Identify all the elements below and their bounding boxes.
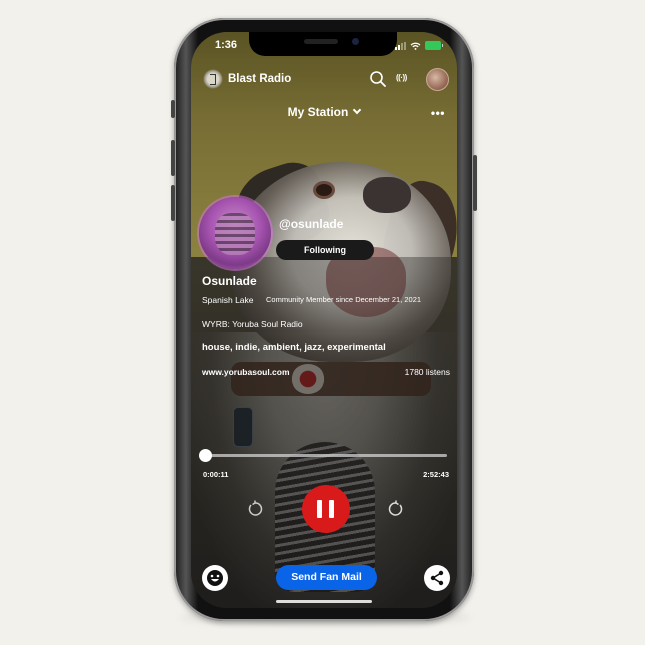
website-link[interactable]: www.yorubasoul.com bbox=[202, 367, 290, 377]
emoji-reaction-button[interactable] bbox=[202, 565, 228, 591]
volume-down-button bbox=[171, 185, 175, 221]
stage: 1:36 Blast Radio ((·)) My Station ••• @o… bbox=[0, 0, 645, 645]
profile-name: Osunlade bbox=[202, 274, 257, 288]
pause-icon bbox=[317, 500, 322, 518]
send-fan-mail-button[interactable]: Send Fan Mail bbox=[276, 565, 377, 590]
chevron-down-icon bbox=[353, 105, 362, 115]
search-icon[interactable] bbox=[369, 70, 387, 88]
share-button[interactable] bbox=[424, 565, 450, 591]
wifi-icon bbox=[410, 42, 421, 50]
following-button[interactable]: Following bbox=[276, 240, 374, 260]
battery-charging-icon bbox=[425, 41, 443, 50]
front-camera bbox=[352, 38, 359, 45]
app-title: Blast Radio bbox=[228, 73, 292, 85]
broadcast-icon[interactable]: ((·)) bbox=[396, 73, 416, 85]
more-options-icon[interactable]: ••• bbox=[431, 106, 445, 120]
rewind-icon[interactable] bbox=[246, 500, 264, 518]
listen-count: 1780 listens bbox=[404, 367, 450, 377]
power-button bbox=[473, 155, 477, 211]
pause-icon bbox=[329, 500, 334, 518]
total-time: 2:52:43 bbox=[423, 470, 449, 479]
smiley-icon bbox=[207, 570, 223, 586]
user-avatar[interactable] bbox=[426, 68, 449, 91]
earpiece-speaker bbox=[304, 39, 338, 44]
mute-switch bbox=[171, 100, 175, 118]
app-bar: Blast Radio ((·)) bbox=[191, 68, 457, 92]
profile-location: Spanish Lake bbox=[202, 295, 254, 305]
background-dim-overlay bbox=[191, 257, 457, 608]
member-since: Community Member since December 21, 2021 bbox=[266, 295, 422, 304]
logo-icon[interactable] bbox=[203, 69, 223, 89]
profile-avatar-image bbox=[215, 213, 255, 255]
elapsed-time: 0:00:11 bbox=[203, 470, 229, 479]
pause-button[interactable] bbox=[302, 485, 350, 533]
profile-handle: @osunlade bbox=[279, 217, 344, 231]
home-indicator[interactable] bbox=[276, 600, 372, 603]
phone-screen: 1:36 Blast Radio ((·)) My Station ••• @o… bbox=[191, 32, 457, 608]
notch bbox=[249, 32, 397, 56]
station-selector-label: My Station bbox=[287, 105, 349, 119]
progress-slider[interactable] bbox=[199, 449, 447, 462]
profile-avatar[interactable] bbox=[199, 197, 271, 269]
background-photo-nose bbox=[363, 177, 411, 213]
station-name: WYRB: Yoruba Soul Radio bbox=[202, 319, 303, 329]
station-selector[interactable]: My Station bbox=[191, 105, 457, 119]
status-icons bbox=[395, 41, 443, 50]
fast-forward-icon[interactable] bbox=[387, 500, 405, 518]
genre-tags: house, indie, ambient, jazz, experimenta… bbox=[202, 342, 386, 353]
status-time: 1:36 bbox=[215, 39, 238, 51]
share-icon bbox=[430, 570, 444, 586]
background-photo-eye bbox=[316, 184, 332, 196]
volume-up-button bbox=[171, 140, 175, 176]
